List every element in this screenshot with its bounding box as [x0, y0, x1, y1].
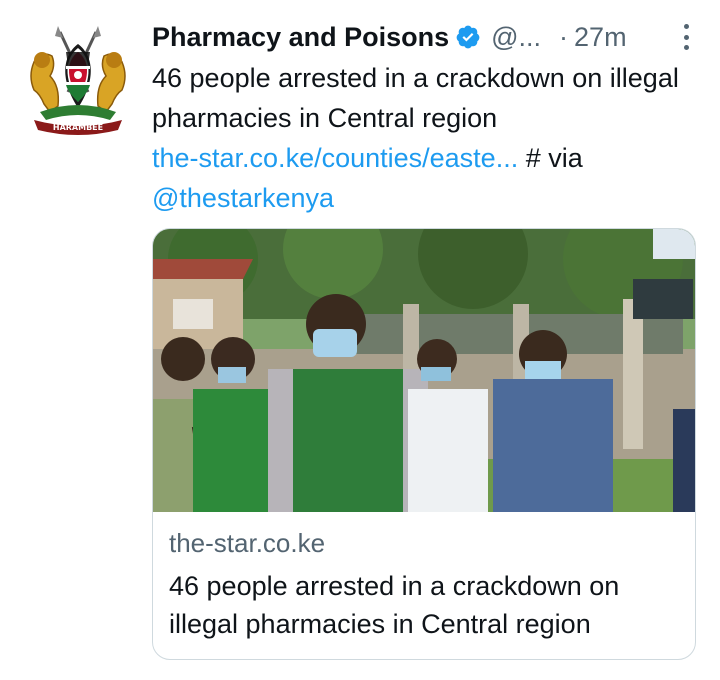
tweet-header: Pharmacy and Poisons @... · 27m [152, 14, 702, 60]
more-options-icon[interactable] [682, 24, 690, 50]
tweet[interactable]: HARAMBEE Pharmacy and Poisons @... · 27m… [0, 0, 720, 680]
motto-text: HARAMBEE [53, 123, 103, 132]
preview-photo [153, 229, 695, 512]
timestamp[interactable]: 27m [574, 22, 627, 53]
coat-of-arms-logo: HARAMBEE [30, 26, 126, 135]
tweet-text-main: 46 people arrested in a crackdown on ill… [152, 63, 679, 133]
card-title: 46 people arrested in a crackdown on ill… [169, 571, 620, 639]
link-preview-card[interactable]: the-star.co.ke 46 people arrested in a c… [152, 228, 696, 660]
card-meta: the-star.co.ke 46 people arrested in a c… [169, 525, 679, 643]
tweet-link[interactable]: the-star.co.ke/counties/easte... [152, 143, 518, 173]
author-handle[interactable]: @... [491, 22, 541, 53]
card-domain: the-star.co.ke [169, 528, 326, 558]
mention-link[interactable]: @thestarkenya [152, 183, 334, 213]
separator-dot: · [559, 21, 569, 52]
tweet-content: Pharmacy and Poisons @... · 27m 46 peopl… [152, 14, 702, 218]
avatar[interactable]: HARAMBEE [20, 22, 136, 138]
author-name[interactable]: Pharmacy and Poisons [152, 22, 449, 53]
verified-badge-icon [456, 25, 480, 49]
tweet-text-suffix: # via [518, 143, 583, 173]
tweet-text: 46 people arrested in a crackdown on ill… [152, 58, 702, 218]
